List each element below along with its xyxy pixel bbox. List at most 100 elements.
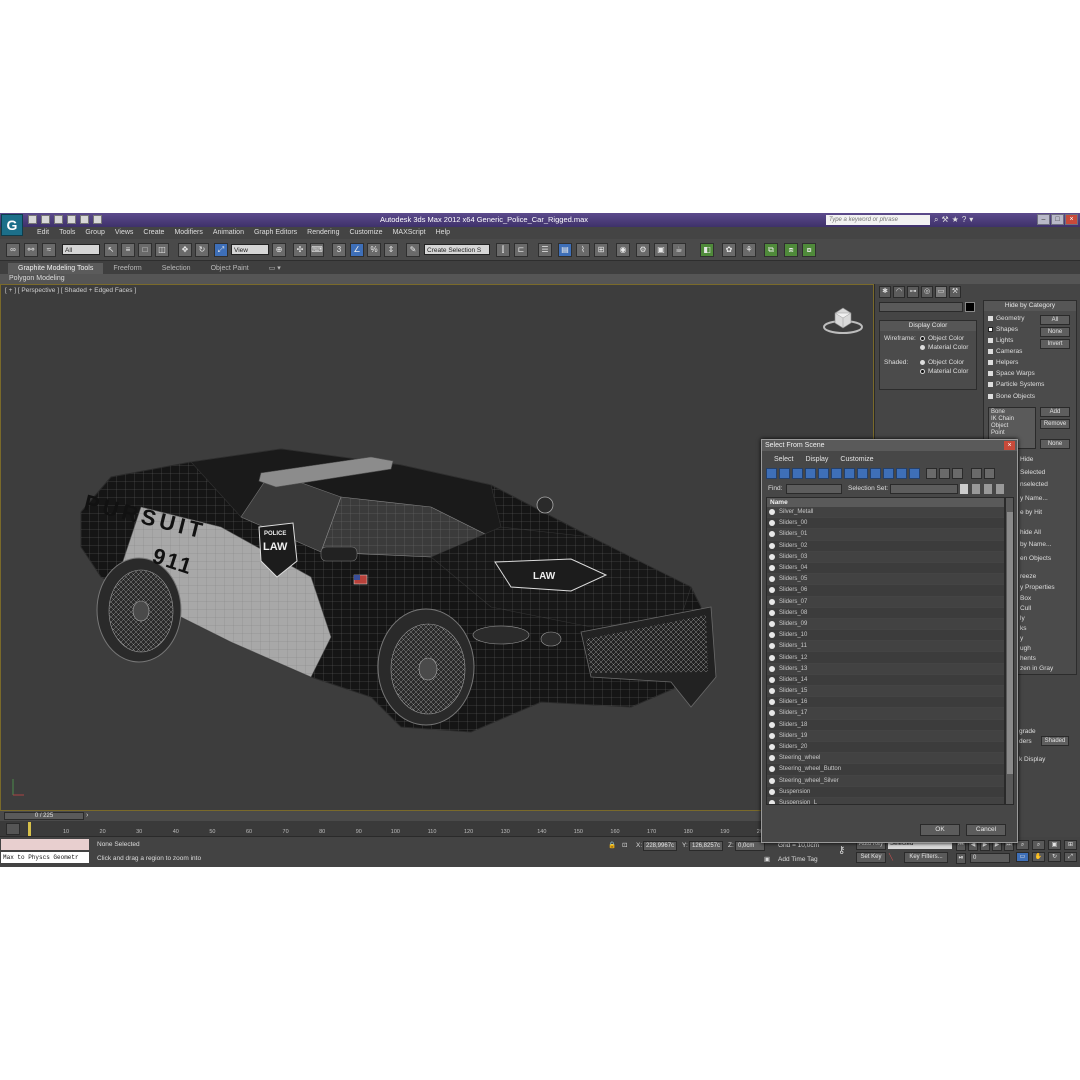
modify-tab-icon[interactable]: ◠ <box>893 286 905 298</box>
display-tab-icon[interactable]: ▭ <box>935 286 947 298</box>
ignore-extents-checkbox[interactable]: hents <box>1020 655 1036 662</box>
maximize-button[interactable]: □ <box>1051 214 1064 225</box>
filter-lights-icon[interactable] <box>792 468 803 479</box>
align-icon[interactable]: ⊏ <box>514 243 528 257</box>
minimize-button[interactable]: – <box>1037 214 1050 225</box>
maxscript-listener-top[interactable] <box>1 839 89 850</box>
absolute-mode-icon[interactable]: ⊡ <box>622 841 627 849</box>
zoom-region-icon[interactable]: ▭ <box>1016 852 1029 862</box>
list-item[interactable]: Sliders_12 <box>767 652 1004 664</box>
category-space-warps-checkbox[interactable]: Space Warps <box>988 370 1035 377</box>
category-bone-objects-checkbox[interactable]: Bone Objects <box>988 393 1035 400</box>
list-item[interactable]: IK Chain Object <box>991 416 1033 430</box>
create-tab-icon[interactable]: ✱ <box>879 286 891 298</box>
shaded-button[interactable]: Shaded <box>1041 736 1069 746</box>
see-through-checkbox[interactable]: ugh <box>1020 645 1031 652</box>
category-none-button[interactable]: None <box>1040 327 1070 337</box>
unlink-icon[interactable]: ⚯ <box>24 243 38 257</box>
graphite-toggle-icon[interactable]: ▤ <box>558 243 572 257</box>
select-link-icon[interactable]: ∞ <box>6 243 20 257</box>
menu-edit[interactable]: Edit <box>32 227 54 239</box>
find-input[interactable] <box>786 484 842 494</box>
motion-tab-icon[interactable]: ◎ <box>921 286 933 298</box>
cancel-button[interactable]: Cancel <box>966 824 1006 836</box>
curve-editor-icon[interactable]: ⌇ <box>576 243 590 257</box>
hide-unselected-button[interactable]: nselected <box>1020 481 1048 488</box>
list-item[interactable]: Sliders_00 <box>767 518 1004 530</box>
window-crossing-icon[interactable]: ◫ <box>155 243 169 257</box>
list-item[interactable]: Sliders_13 <box>767 663 1004 675</box>
lock-selection-icon[interactable]: 🔒 <box>608 841 616 849</box>
orbit-icon[interactable]: ↻ <box>1048 852 1061 862</box>
display-properties-header[interactable]: y Properties <box>1020 584 1055 591</box>
open-file-icon[interactable] <box>41 215 50 224</box>
shaded-object-color-radio[interactable]: Object Color <box>920 359 964 366</box>
rect-selection-icon[interactable]: □ <box>138 243 152 257</box>
unhide-all-button[interactable]: hide All <box>1020 529 1041 536</box>
freeze-rollout-header[interactable]: reeze <box>1020 573 1036 580</box>
filter-groups-icon[interactable] <box>844 468 855 479</box>
redo-icon[interactable] <box>80 215 89 224</box>
list-item[interactable]: Sliders_16 <box>767 697 1004 709</box>
key-filters-button[interactable]: Key Filters... <box>904 852 948 863</box>
set-key-button[interactable]: Set Key <box>856 852 886 863</box>
ribbon-options-icon[interactable]: ▭ ▾ <box>259 263 291 274</box>
list-item[interactable]: Sliders_08 <box>767 608 1004 619</box>
list-item[interactable]: Sliders_03 <box>767 551 1004 563</box>
category-add-button[interactable]: Add <box>1040 407 1070 417</box>
time-tag-icon[interactable]: ▣ <box>764 855 770 863</box>
list-item[interactable]: Point <box>991 430 1033 437</box>
filter-geometry-icon[interactable] <box>766 468 777 479</box>
tab-freeform[interactable]: Freeform <box>103 263 151 274</box>
list-item[interactable]: Sliders_18 <box>767 720 1004 731</box>
dialog-close-button[interactable]: × <box>1004 441 1015 450</box>
plugin-tool-6-icon[interactable]: ⧇ <box>802 243 816 257</box>
plugin-tool-1-icon[interactable]: ◧ <box>700 243 714 257</box>
display-all-icon[interactable] <box>926 468 937 479</box>
display-invert-icon[interactable] <box>952 468 963 479</box>
list-item[interactable]: Suspension_L <box>767 797 1004 804</box>
select-by-name-icon[interactable]: ≡ <box>121 243 135 257</box>
category-cameras-checkbox[interactable]: Cameras <box>988 348 1022 355</box>
filter-frozen-icon[interactable] <box>896 468 907 479</box>
tab-graphite-modeling-tools[interactable]: Graphite Modeling Tools <box>8 263 104 274</box>
menu-create[interactable]: Create <box>138 227 169 239</box>
menu-views[interactable]: Views <box>110 227 139 239</box>
show-frozen-in-gray-checkbox[interactable]: zen in Gray <box>1020 665 1053 672</box>
zoom-extents-all-icon[interactable]: ⊞ <box>1064 840 1077 850</box>
time-slider-track[interactable]: 0 / 225 › <box>0 811 874 821</box>
filter-hidden-icon[interactable] <box>909 468 920 479</box>
list-item[interactable]: Suspension <box>767 787 1004 798</box>
unhide-by-name-button[interactable]: by Name... <box>1020 541 1051 548</box>
angle-snap-icon[interactable]: ∠ <box>350 243 364 257</box>
render-production-icon[interactable]: ☕ <box>672 243 686 257</box>
filter-space-warps-icon[interactable] <box>831 468 842 479</box>
list-item[interactable]: Sliders_19 <box>767 730 1004 742</box>
hide-by-category-header[interactable]: Hide by Category <box>984 301 1076 311</box>
list-item[interactable]: Sliders_20 <box>767 742 1004 754</box>
selection-filter-dropdown[interactable]: All <box>62 244 100 255</box>
set-key-mode-icon[interactable]: ╲ <box>889 853 893 861</box>
filter-funnel-icon[interactable] <box>971 468 982 479</box>
reference-coordinate-dropdown[interactable]: View <box>231 244 269 255</box>
hide-by-name-button[interactable]: y Name... <box>1020 495 1048 502</box>
category-none2-button[interactable]: None <box>1040 439 1070 449</box>
zoom-all-icon[interactable]: ⌕ <box>1032 840 1045 850</box>
viewcube-icon[interactable] <box>821 303 865 337</box>
list-item[interactable]: Sliders_15 <box>767 686 1004 698</box>
dialog-menu-customize[interactable]: Customize <box>834 455 879 465</box>
y-coord-field[interactable]: 126,8257c <box>689 841 723 851</box>
edit-selection-set-icon[interactable] <box>984 484 992 494</box>
tab-object-paint[interactable]: Object Paint <box>201 263 259 274</box>
named-selection-dropdown[interactable]: Create Selection S <box>424 244 490 255</box>
list-item[interactable]: Steering_wheel_Button <box>767 764 1004 776</box>
tab-selection[interactable]: Selection <box>152 263 201 274</box>
pivot-center-icon[interactable]: ⊕ <box>272 243 286 257</box>
menu-customize[interactable]: Customize <box>344 227 387 239</box>
list-scrollbar-thumb[interactable] <box>1007 512 1013 774</box>
spinner-snap-icon[interactable]: ⇕ <box>384 243 398 257</box>
list-item[interactable]: Sliders_14 <box>767 675 1004 686</box>
help-icon[interactable]: ? <box>962 215 966 225</box>
percent-snap-icon[interactable]: % <box>367 243 381 257</box>
dialog-menu-display[interactable]: Display <box>799 455 834 465</box>
